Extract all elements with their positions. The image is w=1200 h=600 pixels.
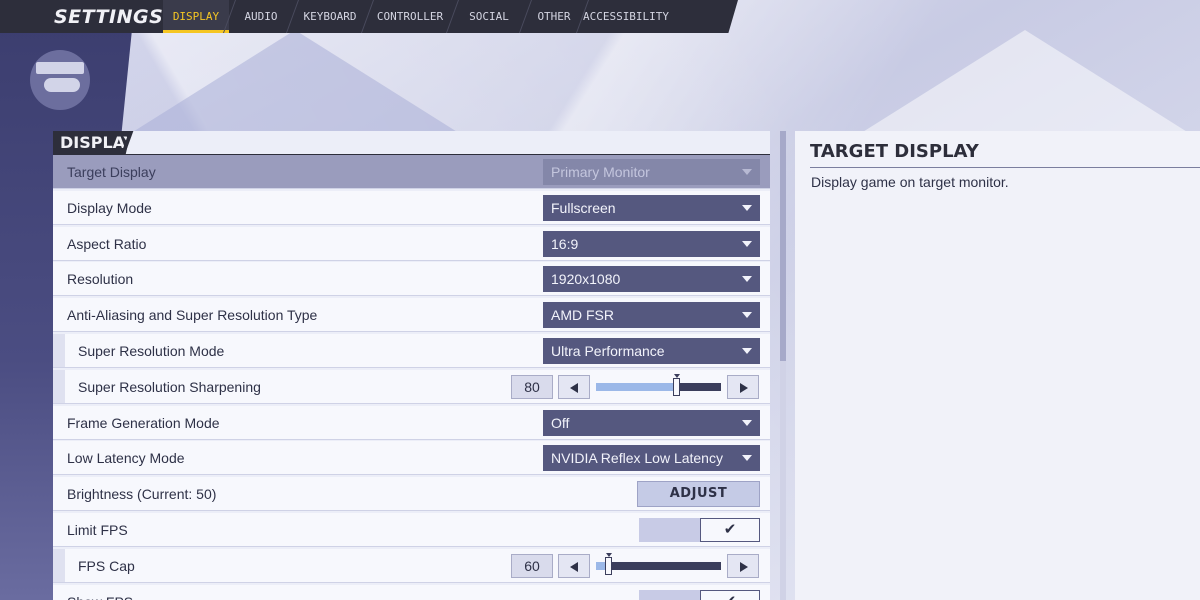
chevron-down-icon — [742, 347, 752, 354]
setting-row-limit-fps: Limit FPS ✔ — [53, 512, 770, 547]
tab-other[interactable]: OTHER — [526, 0, 582, 33]
setting-label: Low Latency Mode — [67, 450, 185, 467]
tab-accessibility[interactable]: ACCESSIBILITY — [583, 0, 669, 33]
setting-label: Limit FPS — [67, 521, 128, 538]
low-latency-mode-dropdown[interactable]: NVIDIA Reflex Low Latency — [543, 445, 760, 472]
avatar-glasses — [44, 78, 80, 92]
chevron-down-icon — [742, 455, 752, 462]
setting-label: Target Display — [67, 164, 156, 180]
dropdown-value: 1920x1080 — [551, 271, 621, 288]
setting-label: Aspect Ratio — [67, 235, 147, 252]
chevron-down-icon — [742, 204, 752, 211]
setting-label: Resolution — [67, 271, 134, 288]
checkmark-icon: ✔ — [700, 589, 760, 600]
frame-generation-mode-dropdown[interactable]: Off — [543, 409, 760, 436]
player-avatar-icon[interactable] — [30, 50, 90, 110]
dropdown-value: Fullscreen — [551, 199, 616, 216]
fps-cap-slider: 60 — [511, 552, 761, 578]
slider-track[interactable] — [596, 373, 721, 396]
setting-row-resolution: Resolution 1920x1080 — [53, 262, 770, 297]
chevron-down-icon — [742, 312, 752, 319]
setting-row-target-display: Target Display Primary Monitor — [53, 155, 770, 189]
chevron-down-icon — [742, 240, 752, 247]
tab-controller[interactable]: CONTROLLER — [368, 0, 452, 33]
info-panel: TARGET DISPLAY Display game on target mo… — [795, 131, 1200, 600]
dropdown-value: Off — [551, 414, 570, 431]
setting-row-super-resolution-mode: Super Resolution Mode Ultra Performance — [53, 333, 770, 368]
dropdown-value: 16:9 — [551, 235, 579, 252]
scrollbar-thumb[interactable] — [780, 131, 786, 361]
setting-label: Display Mode — [67, 199, 152, 216]
tab-display[interactable]: DISPLAY — [163, 0, 229, 33]
slider-thumb[interactable] — [673, 373, 680, 396]
setting-label: Anti-Aliasing and Super Resolution Type — [67, 307, 318, 324]
setting-label: Super Resolution Mode — [78, 342, 225, 359]
slider-track[interactable] — [596, 552, 721, 575]
decrease-button[interactable] — [558, 553, 590, 578]
chevron-down-icon — [742, 419, 752, 426]
target-display-dropdown[interactable]: Primary Monitor — [543, 159, 760, 185]
setting-label: Frame Generation Mode — [67, 414, 220, 431]
super-resolution-sharpening-slider: 80 — [511, 373, 761, 399]
checkmark-icon: ✔ — [700, 517, 760, 542]
chevron-down-icon — [742, 276, 752, 283]
top-navigation: SETTINGS DISPLAY AUDIO KEYBOARD CONTROLLER S… — [0, 0, 738, 33]
dropdown-value: AMD FSR — [551, 307, 614, 324]
setting-row-fps-cap: FPS Cap 60 — [53, 548, 770, 583]
show-fps-toggle[interactable]: ✔ — [639, 589, 760, 600]
dropdown-value: Primary Monitor — [551, 164, 650, 180]
arrow-left-icon — [570, 561, 578, 572]
tab-audio[interactable]: AUDIO — [230, 0, 292, 33]
setting-row-super-resolution-sharpening: Super Resolution Sharpening 80 — [53, 369, 770, 404]
setting-row-display-mode: Display Mode Fullscreen — [53, 190, 770, 225]
arrow-right-icon — [740, 561, 748, 572]
arrow-right-icon — [740, 382, 748, 393]
setting-row-low-latency-mode: Low Latency Mode NVIDIA Reflex Low Latenc… — [53, 441, 770, 476]
resolution-dropdown[interactable]: 1920x1080 — [543, 266, 760, 293]
super-resolution-mode-dropdown[interactable]: Ultra Performance — [543, 337, 760, 364]
limit-fps-toggle[interactable]: ✔ — [639, 517, 760, 542]
avatar-hat-brim — [36, 62, 84, 74]
settings-scrollbar[interactable] — [780, 131, 786, 600]
dropdown-value: Ultra Performance — [551, 342, 665, 359]
anti-aliasing-and-super-resolution-type-dropdown[interactable]: AMD FSR — [543, 302, 760, 329]
arrow-left-icon — [570, 382, 578, 393]
setting-label: Brightness (Current: 50) — [67, 486, 217, 503]
setting-row-show-fps: Show FPS ✔ — [53, 584, 770, 600]
slider-value[interactable]: 80 — [511, 374, 553, 399]
display-mode-dropdown[interactable]: Fullscreen — [543, 194, 760, 221]
setting-row-aspect-ratio: Aspect Ratio 16:9 — [53, 226, 770, 261]
setting-label: FPS Cap — [78, 557, 135, 574]
info-description: Display game on target monitor. — [811, 174, 1009, 190]
setting-row-frame-generation-mode: Frame Generation Mode Off — [53, 405, 770, 440]
increase-button[interactable] — [727, 553, 759, 578]
settings-title: SETTINGS — [54, 5, 164, 28]
setting-row-anti-aliasing-and-super-resolution-type: Anti-Aliasing and Super Resolution Type A… — [53, 298, 770, 333]
slider-thumb[interactable] — [605, 552, 612, 575]
info-title: TARGET DISPLAY — [810, 141, 979, 162]
tab-bar: DISPLAY AUDIO KEYBOARD CONTROLLER SOCIAL OTHE… — [163, 0, 669, 33]
tab-social[interactable]: SOCIAL — [453, 0, 525, 33]
aspect-ratio-dropdown[interactable]: 16:9 — [543, 230, 760, 257]
slider-fill — [596, 382, 676, 391]
panel-header: DISPLAY — [53, 131, 131, 155]
chevron-down-icon — [742, 169, 752, 175]
setting-label: Super Resolution Sharpening — [78, 378, 261, 395]
decrease-button[interactable] — [558, 374, 590, 399]
setting-row-brightness-current-50: Brightness (Current: 50) ADJUST — [53, 477, 770, 512]
setting-label: Show FPS — [67, 585, 133, 600]
adjust-button[interactable]: ADJUST — [637, 481, 760, 508]
tab-keyboard[interactable]: KEYBOARD — [293, 0, 367, 33]
slider-value[interactable]: 60 — [511, 553, 553, 578]
info-divider — [810, 167, 1200, 168]
dropdown-value: NVIDIA Reflex Low Latency — [551, 450, 723, 467]
settings-list: Target Display Primary Monitor Display Mod… — [53, 155, 770, 600]
increase-button[interactable] — [727, 374, 759, 399]
display-settings-panel: DISPLAY Target Display Primary Monitor Dis… — [53, 131, 770, 600]
